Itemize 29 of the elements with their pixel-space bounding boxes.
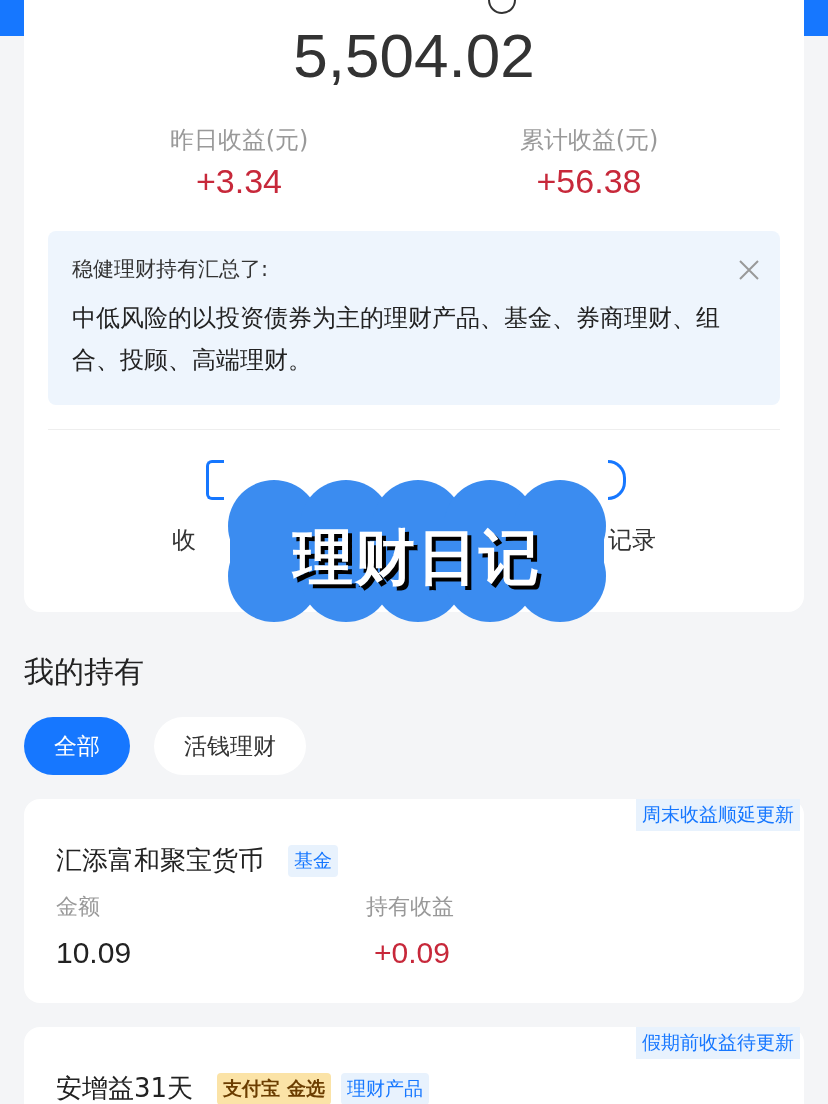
action-icon[interactable] [608, 460, 626, 500]
product-tag: 支付宝 金选 [217, 1072, 331, 1104]
product-name: 安增益31天 [56, 1072, 194, 1104]
product-name: 汇添富和聚宝货币 [56, 844, 264, 877]
stat-value: +56.38 [536, 162, 642, 201]
stat-label: 累计收益(元) [519, 125, 659, 156]
total-amount: 5,504.02 [293, 20, 535, 92]
amount-value: 10.09 [56, 936, 133, 970]
notice-title: 稳健理财持有汇总了: [72, 256, 270, 283]
title-sticker: 理财日记 [228, 478, 606, 624]
close-icon[interactable] [738, 259, 760, 281]
action-icon[interactable] [206, 460, 224, 500]
filter-tab[interactable]: 全部 [24, 717, 130, 775]
action-label[interactable]: 收 [172, 524, 196, 556]
profit-label: 持有收益 [366, 893, 455, 921]
holding-card[interactable]: 假期前收益待更新 安增益31天 支付宝 金选 理财产品 [24, 1027, 804, 1104]
profit-value: +0.09 [373, 936, 451, 970]
section-title: 我的持有 [24, 653, 145, 691]
stat-value: +3.34 [195, 162, 282, 201]
notice-text: 中低风险的以投资债券为主的理财产品、基金、券商理财、组合、投顾、高端理财。 [72, 303, 720, 376]
action-label[interactable]: 记录 [608, 524, 656, 556]
stat-label: 昨日收益(元) [169, 125, 309, 156]
update-notice: 周末收益顺延更新 [636, 799, 800, 831]
amount-label: 金额 [56, 893, 101, 921]
holding-card[interactable]: 周末收益顺延更新 汇添富和聚宝货币 基金 金额 持有收益 10.09 +0.09 [24, 799, 804, 1003]
update-notice: 假期前收益待更新 [636, 1027, 800, 1059]
product-tag: 理财产品 [340, 1072, 429, 1104]
product-tag: 基金 [288, 844, 338, 877]
filter-tab[interactable]: 活钱理财 [154, 717, 306, 775]
